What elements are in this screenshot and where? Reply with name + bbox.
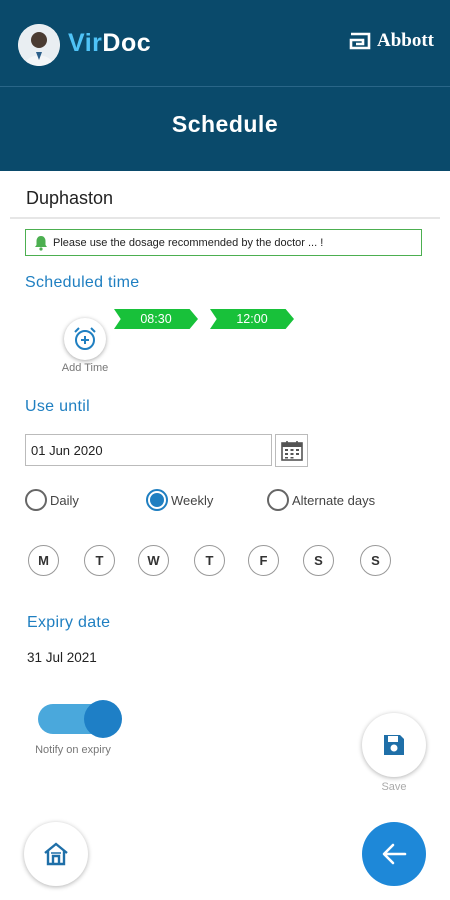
app-header: VirDoc Abbott Schedule xyxy=(0,0,450,171)
day-monday[interactable]: M xyxy=(28,545,59,576)
use-until-date-field[interactable]: 01 Jun 2020 xyxy=(25,434,272,466)
save-button[interactable] xyxy=(362,713,426,777)
radio-circle[interactable] xyxy=(25,489,47,511)
calendar-icon xyxy=(280,440,303,461)
radio-label: Daily xyxy=(50,492,79,508)
home-icon xyxy=(44,842,68,866)
back-button[interactable] xyxy=(362,822,426,886)
arrow-left-icon xyxy=(382,843,407,865)
day-saturday[interactable]: S xyxy=(303,545,334,576)
notify-toggle[interactable] xyxy=(38,700,124,738)
dosage-notice: Please use the dosage recommended by the… xyxy=(25,229,422,256)
medicine-name: Duphaston xyxy=(26,188,114,208)
radio-weekly[interactable]: Weekly xyxy=(146,489,213,511)
scheduled-time-label: Scheduled time xyxy=(25,274,140,291)
medicine-divider xyxy=(10,217,440,219)
add-time-label: Add Time xyxy=(61,362,109,374)
day-wednesday[interactable]: W xyxy=(138,545,169,576)
abbott-logo: Abbott xyxy=(349,30,434,52)
day-sunday[interactable]: S xyxy=(360,545,391,576)
radio-circle[interactable] xyxy=(267,489,289,511)
save-label: Save xyxy=(381,781,407,793)
alarm-add-icon xyxy=(74,327,96,350)
radio-circle-selected[interactable] xyxy=(146,489,168,511)
day-thursday[interactable]: T xyxy=(194,545,225,576)
radio-label: Alternate days xyxy=(292,492,376,508)
expiry-date-label: Expiry date xyxy=(27,614,111,631)
calendar-button[interactable] xyxy=(275,434,308,467)
bell-icon xyxy=(35,235,47,251)
save-icon xyxy=(384,735,404,755)
brand-logo: VirDoc xyxy=(68,29,152,57)
abbott-mark-icon xyxy=(349,32,371,50)
notify-label: Notify on expiry xyxy=(35,744,111,756)
use-until-label: Use until xyxy=(25,398,90,415)
home-button[interactable] xyxy=(24,822,88,886)
time-chip[interactable]: 12:00 xyxy=(210,309,294,329)
dosage-notice-text: Please use the dosage recommended by the… xyxy=(53,236,324,249)
add-time-button[interactable] xyxy=(64,318,106,360)
expiry-date-value: 31 Jul 2021 xyxy=(27,650,97,665)
day-tuesday[interactable]: T xyxy=(84,545,115,576)
radio-daily[interactable]: Daily xyxy=(25,489,79,511)
radio-alternate-days[interactable]: Alternate days xyxy=(267,489,375,511)
doctor-avatar[interactable] xyxy=(18,24,60,66)
header-divider xyxy=(0,86,450,87)
page-title: Schedule xyxy=(171,111,279,137)
day-friday[interactable]: F xyxy=(248,545,279,576)
toggle-knob[interactable] xyxy=(84,700,122,738)
radio-label: Weekly xyxy=(171,492,214,508)
time-chip[interactable]: 08:30 xyxy=(114,309,198,329)
